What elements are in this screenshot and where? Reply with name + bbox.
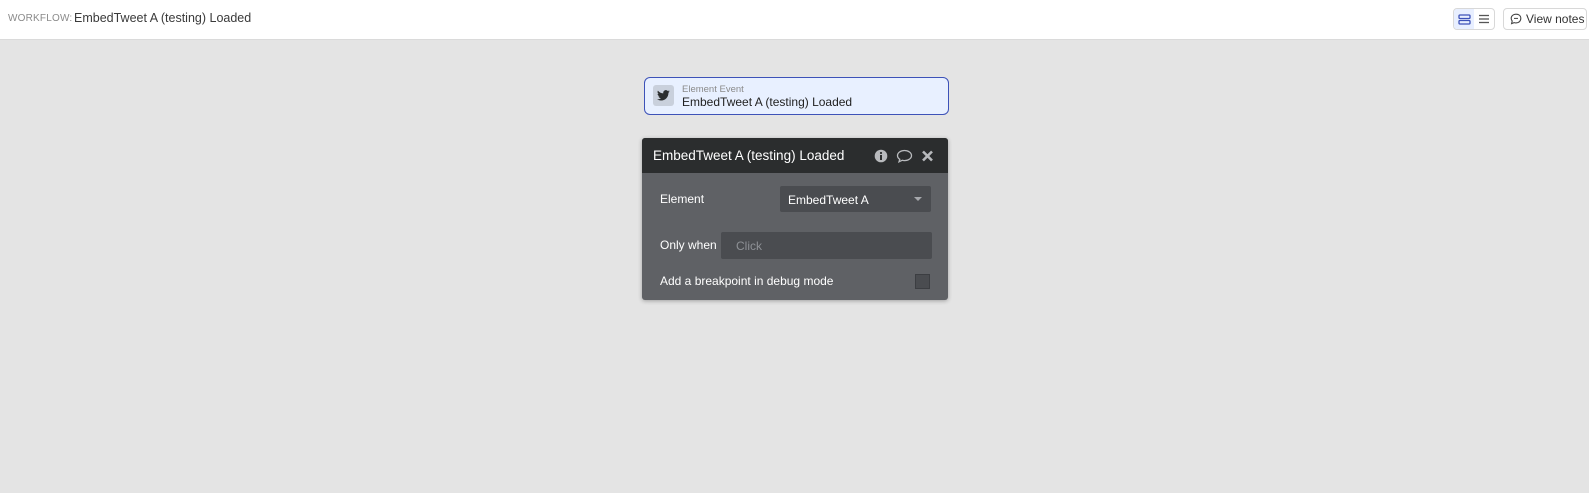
element-label: Element [660,192,705,206]
event-card[interactable]: Element Event EmbedTweet A (testing) Loa… [644,77,949,115]
event-type-label: Element Event [682,84,744,95]
breakpoint-label: Add a breakpoint in debug mode [660,274,834,288]
only-when-input[interactable]: Click [721,232,932,259]
twitter-bird-icon [653,85,674,106]
list-view-button[interactable] [1474,9,1494,29]
stacked-view-button[interactable] [1454,9,1474,29]
panel-header: EmbedTweet A (testing) Loaded [642,138,948,173]
comment-icon[interactable] [896,149,913,163]
top-bar: WORKFLOW: EmbedTweet A (testing) Loaded … [0,0,1589,40]
event-property-panel: EmbedTweet A (testing) Loaded Element Em… [642,138,948,300]
list-view-icon [1479,14,1489,24]
close-icon[interactable] [921,149,934,163]
only-when-label: Only when [660,238,717,252]
view-notes-label: View notes [1526,12,1585,26]
breakpoint-checkbox[interactable] [915,274,930,289]
element-dropdown[interactable]: EmbedTweet A [780,186,931,212]
stacked-view-icon [1457,13,1471,25]
panel-title: EmbedTweet A (testing) Loaded [653,148,845,163]
chevron-down-icon [914,197,922,201]
view-notes-button[interactable]: View notes [1503,8,1587,30]
view-toggle [1453,8,1495,30]
chat-bubble-icon [1510,13,1522,25]
element-dropdown-value: EmbedTweet A [788,193,869,207]
event-title: EmbedTweet A (testing) Loaded [682,95,853,109]
info-icon[interactable] [874,149,888,163]
workflow-name: EmbedTweet A (testing) Loaded [74,11,252,25]
workflow-label: WORKFLOW: [8,13,73,24]
